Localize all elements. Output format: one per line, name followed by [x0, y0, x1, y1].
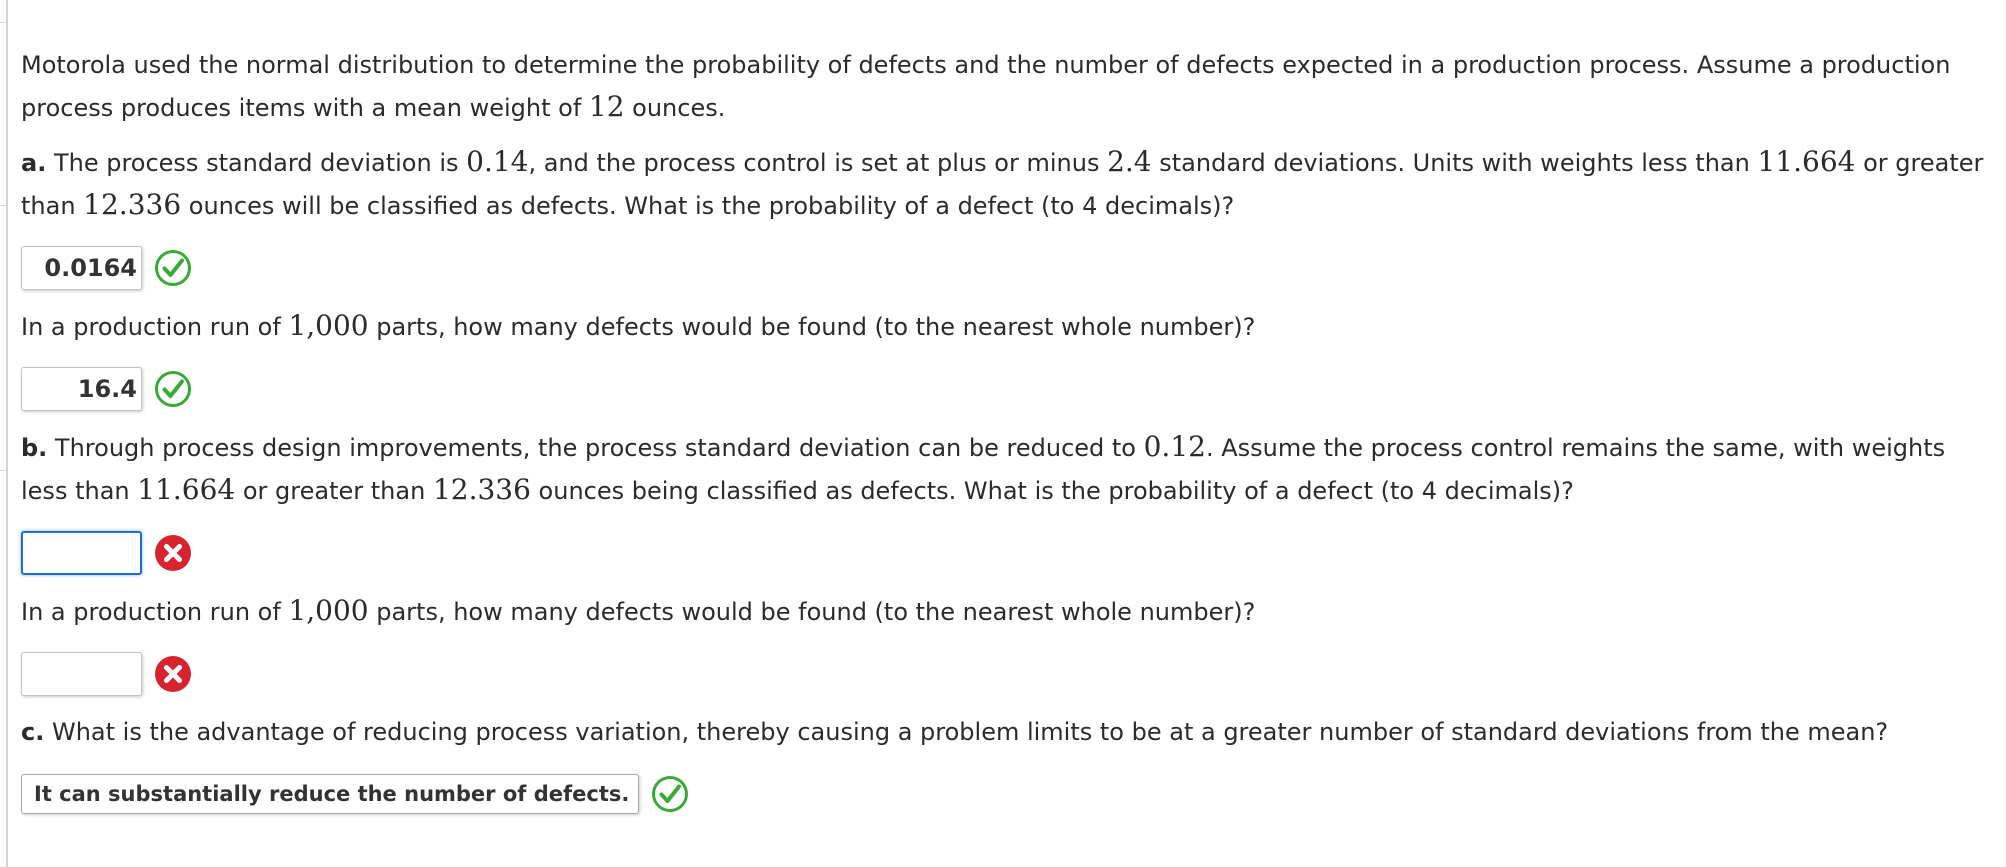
selected-option: It can substantially reduce the number o… — [34, 782, 630, 806]
part-a-defects-input[interactable] — [21, 367, 142, 411]
part-c-label: c. — [21, 718, 45, 746]
part-b-count-answer-row — [21, 649, 1996, 699]
check-circle-icon — [155, 371, 191, 407]
part-c-answer-row: It can substantially reduce the number o… — [21, 769, 1996, 819]
check-circle-icon — [155, 250, 191, 286]
check-circle-icon — [652, 776, 688, 812]
part-a-probability-answer-row — [21, 243, 1996, 293]
part-b-question: b. Through process design improvements, … — [21, 430, 1946, 506]
part-b-label: b. — [21, 434, 48, 462]
part-a-count-answer-row — [21, 364, 1996, 414]
part-c-answer-select[interactable]: It can substantially reduce the number o… — [21, 774, 639, 814]
part-a-run-question: In a production run of 1,000 parts, how … — [21, 309, 1256, 342]
x-circle-icon — [155, 656, 191, 692]
part-b-probability-input[interactable] — [21, 531, 142, 575]
x-circle-icon — [155, 535, 191, 571]
part-a-label: a. — [21, 149, 47, 177]
part-b-run-question: In a production run of 1,000 parts, how … — [21, 594, 1256, 627]
frame-tick — [0, 22, 6, 23]
frame-tick — [0, 470, 6, 471]
question-content: Motorola used the normal distribution to… — [21, 44, 1996, 831]
mean-value: 12 — [588, 90, 625, 123]
part-c-question: c. What is the advantage of reducing pro… — [21, 718, 1889, 746]
intro-text: Motorola used the normal distribution to… — [21, 51, 1951, 123]
part-b-probability-answer-row — [21, 528, 1996, 578]
frame-tick — [0, 205, 6, 206]
part-a-probability-input[interactable] — [21, 246, 142, 290]
part-a-question: a. The process standard deviation is 0.1… — [21, 145, 1984, 221]
left-frame-border — [6, 0, 8, 867]
part-b-defects-input[interactable] — [21, 652, 142, 696]
